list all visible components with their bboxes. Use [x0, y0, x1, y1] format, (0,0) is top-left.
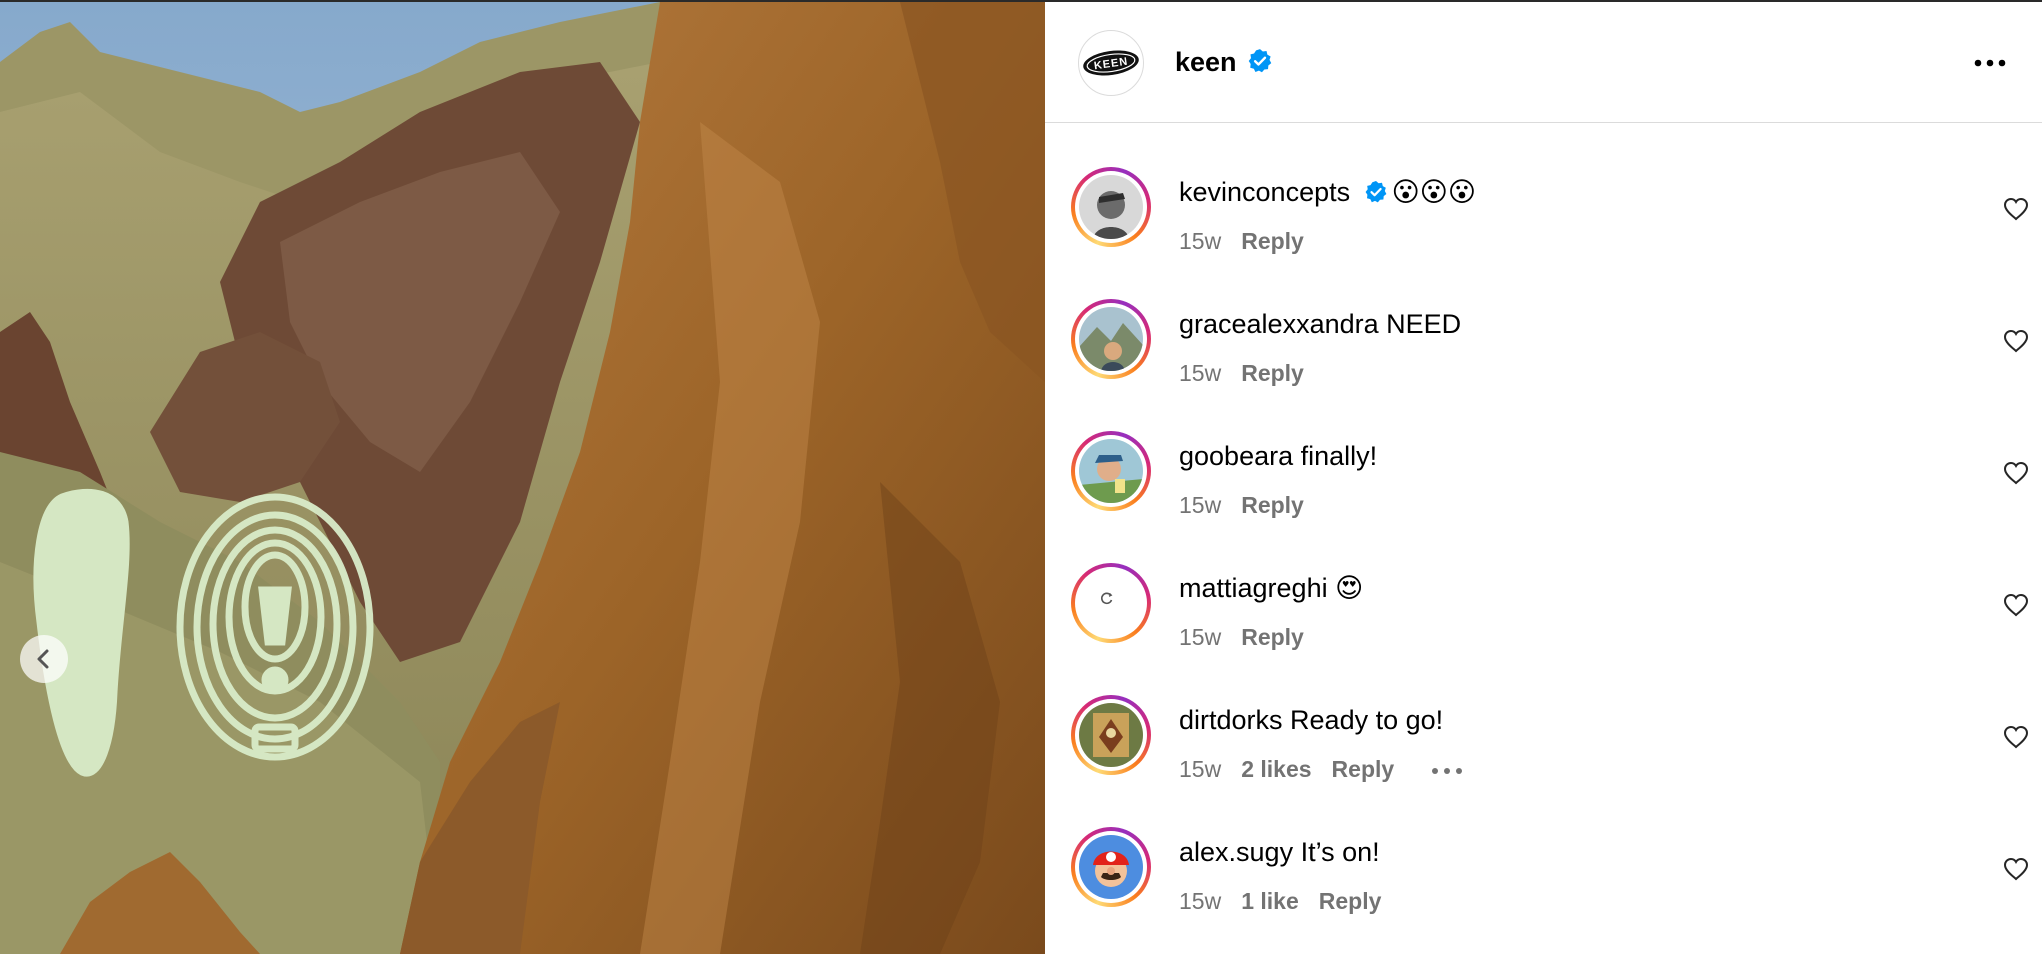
comment-meta: 15w 2 likes Reply — [1179, 755, 1464, 783]
verified-badge-icon — [1248, 49, 1272, 73]
comment-avatar[interactable] — [1071, 827, 1151, 907]
comment-username[interactable]: alex.sugy — [1179, 837, 1293, 867]
post-media[interactable] — [0, 2, 1045, 954]
like-heart-icon[interactable] — [2003, 461, 2029, 485]
comment-meta: 15w Reply — [1179, 227, 1324, 255]
comment-meta: 15w Reply — [1179, 623, 1324, 651]
comment-body: Ready to go! — [1290, 705, 1444, 735]
comment-body: It’s on! — [1300, 837, 1380, 867]
like-heart-icon[interactable] — [2003, 593, 2029, 617]
comment-time[interactable]: 15w — [1179, 624, 1221, 650]
like-heart-icon[interactable] — [2003, 857, 2029, 881]
comment-username[interactable]: dirtdorks — [1179, 705, 1283, 735]
more-options-icon[interactable] — [1970, 48, 2010, 78]
comment-text: alex.sugy It’s on! — [1179, 835, 1380, 869]
keen-logo: KEEN — [1083, 50, 1139, 76]
avatar-image — [1079, 175, 1143, 239]
comment-username[interactable]: gracealexxandra — [1179, 309, 1379, 339]
avatar-image — [1079, 703, 1143, 767]
comment-time[interactable]: 15w — [1179, 360, 1221, 386]
comment-username[interactable]: kevinconcepts — [1179, 177, 1350, 207]
comment-row: goobeara finally! 15w Reply — [1045, 431, 2042, 563]
comment-text: goobeara finally! — [1179, 439, 1377, 473]
comment-avatar[interactable] — [1071, 695, 1151, 775]
landscape-image — [0, 2, 1045, 954]
comment-body: 😍 — [1335, 573, 1364, 603]
comment-options-icon[interactable] — [1430, 766, 1464, 776]
comment-meta: 15w 1 like Reply — [1179, 887, 1401, 915]
comment-text: dirtdorks Ready to go! — [1179, 703, 1443, 737]
chevron-left-icon — [37, 649, 49, 669]
comment-text: mattiagreghi 😍 — [1179, 571, 1363, 605]
comment-avatar[interactable] — [1071, 299, 1151, 379]
comment-meta: 15w Reply — [1179, 491, 1324, 519]
comment-time[interactable]: 15w — [1179, 888, 1221, 914]
verified-badge-icon — [1365, 180, 1387, 203]
like-heart-icon[interactable] — [2003, 329, 2029, 353]
avatar-image — [1079, 307, 1143, 371]
comment-likes[interactable]: 2 likes — [1241, 756, 1311, 782]
comment-time[interactable]: 15w — [1179, 756, 1221, 782]
comment-time[interactable]: 15w — [1179, 492, 1221, 518]
comment-username[interactable]: mattiagreghi — [1179, 573, 1328, 603]
comment-row: dirtdorks Ready to go! 15w 2 likes Reply — [1045, 695, 2042, 827]
loading-spinner-icon — [1101, 592, 1113, 605]
comment-time[interactable]: 15w — [1179, 228, 1221, 254]
comments-panel: KEEN keen kevinconcepts 😮😮😮 15w Reply grace… — [1045, 2, 2042, 954]
reply-button[interactable]: Reply — [1241, 228, 1304, 254]
post-header: KEEN keen — [1045, 2, 2042, 123]
comment-row: gracealexxandra NEED 15w Reply — [1045, 299, 2042, 431]
comment-meta: 15w Reply — [1179, 359, 1324, 387]
reply-button[interactable]: Reply — [1319, 888, 1382, 914]
comment-avatar[interactable] — [1071, 431, 1151, 511]
comment-row: mattiagreghi 😍 15w Reply — [1045, 563, 2042, 695]
comment-avatar[interactable] — [1071, 563, 1151, 643]
reply-button[interactable]: Reply — [1241, 624, 1304, 650]
reply-button[interactable]: Reply — [1241, 360, 1304, 386]
comment-body: 😮😮😮 — [1391, 177, 1477, 207]
avatar-image — [1079, 439, 1143, 503]
comment-row: kevinconcepts 😮😮😮 15w Reply — [1045, 167, 2042, 299]
comment-likes[interactable]: 1 like — [1241, 888, 1299, 914]
comment-avatar[interactable] — [1071, 167, 1151, 247]
comment-row: alex.sugy It’s on! 15w 1 like Reply — [1045, 827, 2042, 959]
like-heart-icon[interactable] — [2003, 197, 2029, 221]
reply-button[interactable]: Reply — [1332, 756, 1395, 782]
comment-text: gracealexxandra NEED — [1179, 307, 1461, 341]
keen-avatar[interactable]: KEEN — [1078, 30, 1144, 96]
previous-image-button[interactable] — [20, 635, 68, 683]
comment-username[interactable]: goobeara — [1179, 441, 1293, 471]
avatar-image — [1079, 835, 1143, 899]
reply-button[interactable]: Reply — [1241, 492, 1304, 518]
post-username[interactable]: keen — [1175, 46, 1237, 78]
comment-body: finally! — [1300, 441, 1378, 471]
comment-text: kevinconcepts 😮😮😮 — [1179, 175, 1476, 209]
comment-body: NEED — [1386, 309, 1462, 339]
like-heart-icon[interactable] — [2003, 725, 2029, 749]
